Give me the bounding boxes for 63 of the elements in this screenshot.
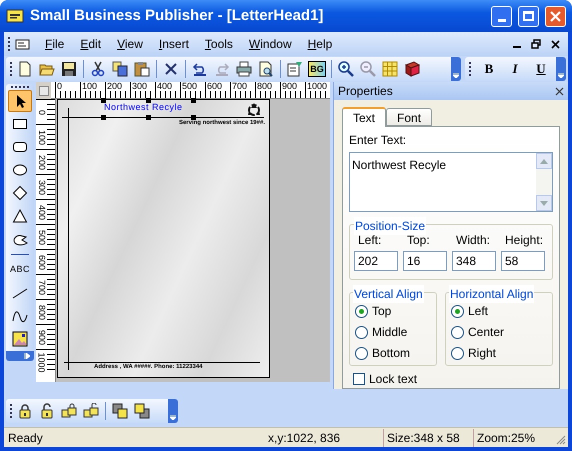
letterhead-title: Northwest Recyle bbox=[104, 101, 183, 114]
underline-button[interactable]: U bbox=[530, 59, 552, 79]
ruler-label: 1000 bbox=[37, 352, 46, 373]
ruler-label: 0 bbox=[56, 82, 64, 91]
menu-item[interactable]: Edit bbox=[72, 35, 110, 53]
background-button[interactable]: BG bbox=[308, 61, 326, 77]
menu-item[interactable]: File bbox=[37, 35, 72, 53]
field-label: Height: bbox=[504, 232, 544, 249]
ruler-label: 500 bbox=[181, 82, 198, 91]
italic-button[interactable]: I bbox=[504, 59, 526, 79]
number-input-field[interactable]: 348 bbox=[452, 251, 496, 271]
ruler-label: 200 bbox=[106, 82, 124, 91]
ruler-label: 700 bbox=[37, 280, 46, 296]
field-label: Left: bbox=[357, 232, 382, 249]
ruler-label: 400 bbox=[156, 82, 174, 91]
radio-label[interactable]: Left bbox=[468, 302, 488, 320]
ruler-label: 800 bbox=[37, 304, 46, 320]
window-title: Small Business Publisher - [LetterHead1] bbox=[30, 6, 324, 26]
number-input-field[interactable]: 16 bbox=[403, 251, 447, 271]
status-text: Zoom:25% bbox=[476, 430, 536, 446]
ruler-label: 0 bbox=[37, 110, 46, 115]
tab[interactable]: Text bbox=[342, 107, 386, 127]
number-input-field[interactable]: 58 bbox=[501, 251, 545, 271]
status-text: x,y:1022, 836 bbox=[266, 428, 384, 446]
field-label: Top: bbox=[406, 232, 430, 249]
menu-item[interactable]: Tools bbox=[196, 35, 241, 53]
group-title: Position-Size bbox=[354, 217, 426, 235]
group-title: Vertical Align bbox=[353, 285, 424, 303]
ruler-label: 800 bbox=[256, 82, 274, 91]
number-input-field[interactable]: 202 bbox=[354, 251, 398, 271]
radio-label[interactable]: Right bbox=[468, 344, 496, 362]
status-text: Size:348 x 58 bbox=[384, 428, 474, 446]
ruler-label: 900 bbox=[281, 82, 298, 91]
tab[interactable]: Font bbox=[386, 108, 432, 126]
checkbox-label[interactable]: Lock text bbox=[369, 370, 418, 388]
radio-label[interactable]: Bottom bbox=[372, 344, 410, 362]
ruler-label: 1000 bbox=[306, 82, 328, 91]
ruler-label: 200 bbox=[37, 154, 46, 170]
ruler-label: 100 bbox=[81, 82, 98, 91]
ruler-label: 300 bbox=[131, 82, 148, 91]
panel-title: Properties bbox=[338, 83, 394, 100]
ruler-label: 300 bbox=[37, 180, 46, 196]
ruler-label: 600 bbox=[37, 254, 46, 270]
menu-item[interactable]: View bbox=[109, 35, 151, 53]
radio-label[interactable]: Middle bbox=[372, 323, 408, 341]
radio-label[interactable]: Top bbox=[372, 302, 392, 320]
field-label: Enter Text: bbox=[349, 132, 408, 149]
radio-label[interactable]: Center bbox=[468, 323, 504, 341]
ruler-label: 600 bbox=[206, 82, 224, 91]
menu-item[interactable]: Insert bbox=[150, 35, 197, 53]
ruler-label: 700 bbox=[231, 82, 248, 91]
menu-item[interactable]: Window bbox=[240, 35, 300, 53]
ruler-label: 400 bbox=[37, 204, 46, 220]
text-input-field[interactable]: Northwest Recyle bbox=[349, 152, 553, 212]
ruler-label: 900 bbox=[37, 330, 46, 346]
ruler-label: 500 bbox=[37, 230, 46, 246]
group-title: Horizontal Align bbox=[449, 285, 534, 303]
status-text: Ready bbox=[7, 430, 44, 446]
menu-item[interactable]: Help bbox=[300, 35, 340, 53]
text-tool-button[interactable]: ABC bbox=[8, 259, 32, 281]
field-label: Width: bbox=[455, 232, 490, 249]
bold-button[interactable]: B bbox=[478, 59, 500, 79]
ruler-label: 100 bbox=[37, 130, 46, 146]
